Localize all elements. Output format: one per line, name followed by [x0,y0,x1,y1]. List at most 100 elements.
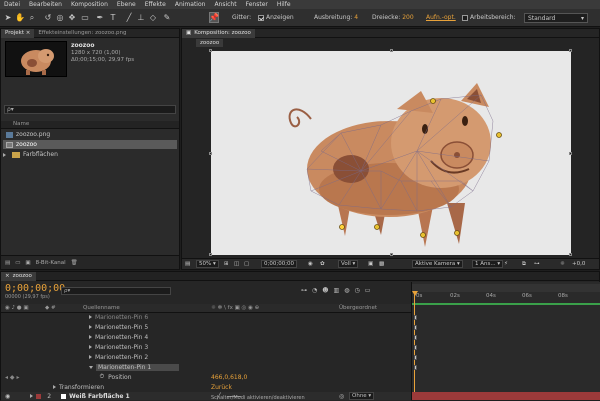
frame-blending-icon[interactable]: ▥ [334,287,340,294]
keyframe-nav-icon[interactable]: ◂ ◆ ▸ [5,374,19,381]
transform-handle[interactable] [390,253,393,256]
tab-timeline-zoozoo[interactable]: × zoozoo [1,271,36,281]
camera-tool-icon[interactable]: ◎ [55,12,65,23]
brush-tool-icon[interactable]: ╱ [124,12,134,23]
expand-arrow-icon[interactable] [89,355,92,359]
arbeitsbereich-checkbox[interactable]: Arbeitsbereich: [462,14,516,21]
table-row[interactable]: Marionetten-Pin 4 [1,333,411,342]
tab-projekt[interactable]: Projekt × [1,28,35,38]
exposure-icon[interactable]: ☼ [560,261,565,267]
mask-tool-icon[interactable]: ▭ [80,12,90,23]
anzeigen-checkbox[interactable]: Anzeigen [258,14,294,21]
resolution-dropdown[interactable]: Voll ▾ [338,260,359,268]
menu-effekte[interactable]: Effekte [145,1,166,8]
timeline-graph[interactable]: 0s 02s 04s 06s 08s [411,282,600,400]
work-area-bar[interactable] [412,303,600,305]
time-navigator[interactable] [412,284,600,292]
expand-arrow-icon[interactable] [89,335,92,339]
always-preview-icon[interactable]: ▤ [185,261,190,267]
comp-viewer[interactable] [211,51,571,255]
keyframe-marker[interactable] [414,355,417,360]
expand-arrow-icon[interactable] [30,394,34,398]
transform-handle[interactable] [209,49,212,52]
keyframe-marker[interactable] [414,325,417,330]
reset-link[interactable]: Zurück [211,384,232,391]
interpret-footage-icon[interactable]: ▤ [5,260,10,266]
transparency-grid-icon[interactable]: ▩ [379,261,384,267]
stopwatch-icon[interactable]: ⏱ [99,373,104,381]
tab-komposition[interactable]: ▣ Komposition: zoozoo [182,28,255,38]
expand-arrow-icon[interactable] [89,345,92,349]
timeline-current-time[interactable]: 0;00;00;00 [5,283,65,294]
position-value[interactable]: 466,0,618,0 [211,374,247,381]
motion-blur-icon[interactable]: ◍ [344,287,349,294]
layer-duration-bar[interactable] [412,392,600,400]
menu-komposition[interactable]: Komposition [71,1,108,8]
eraser-tool-icon[interactable]: ◇ [148,12,158,23]
timeline-toggle-icon[interactable]: ⧉ [522,261,526,268]
table-row[interactable]: Marionetten-Pin 5 [1,323,411,332]
time-ruler[interactable]: 0s 02s 04s 06s 08s [412,293,600,303]
transform-handle[interactable] [390,49,393,52]
new-folder-icon[interactable]: ▭ [15,260,20,266]
flowchart-icon[interactable]: ⊶ [534,261,540,267]
table-row[interactable]: Marionetten-Pin 2 [1,353,411,362]
transform-handle[interactable] [209,152,212,155]
menu-bearbeiten[interactable]: Bearbeiten [29,1,62,8]
zoom-dropdown[interactable]: 50% ▾ [196,260,219,268]
stamp-tool-icon[interactable]: ⊥ [136,12,146,23]
new-comp-icon[interactable]: ▣ [25,260,30,266]
aufnahme-optionen-link[interactable]: Aufn.-opt. [426,14,456,21]
camera-dropdown[interactable]: Aktive Kamera ▾ [412,260,463,268]
label-color-swatch[interactable] [36,393,42,399]
trash-icon[interactable]: 🗑 [71,260,78,266]
visibility-icon[interactable]: ◉ [5,393,10,400]
mask-visibility-icon[interactable]: ◫ [234,261,239,267]
zoom-tool-icon[interactable]: ⌕ [27,12,37,23]
table-row[interactable]: Transformieren Zurück [1,383,411,392]
comp-mini-flowchart-icon[interactable]: ⊶ [301,287,307,294]
current-time-field[interactable]: 0;00;00;00 [261,260,298,268]
selection-tool-icon[interactable]: ➤ [3,12,13,23]
shy-layers-icon[interactable]: ☻ [322,287,328,294]
dreiecke-value[interactable]: 200 [402,14,413,21]
keyframe-marker[interactable] [414,345,417,350]
rotate-tool-icon[interactable]: ↺ [43,12,53,23]
toggle-switches-modes[interactable]: Schalter/Modi aktivieren/deaktivieren [211,395,305,401]
expand-arrow-icon[interactable] [3,152,6,157]
ausbreitung-value[interactable]: 4 [354,14,358,21]
transform-handle[interactable] [209,253,212,256]
collapse-arrow-icon[interactable] [89,365,93,369]
text-tool-icon[interactable]: T [108,12,118,23]
keyframe-marker[interactable] [414,365,417,370]
parent-dropdown[interactable]: Ohne ▾ [349,392,375,400]
expand-arrow-icon[interactable] [89,315,92,319]
fast-preview-icon[interactable]: ⚡ [504,261,508,267]
project-column-name[interactable]: Name [1,121,179,129]
pan-behind-tool-icon[interactable]: ✥ [67,12,77,23]
views-dropdown[interactable]: 1 Ans... ▾ [472,260,504,268]
menu-animation[interactable]: Animation [175,1,206,8]
snapshot-icon[interactable]: ▢ [244,261,249,267]
keyframe-marker[interactable] [414,315,417,320]
show-snapshot-icon[interactable]: ✿ [320,261,325,267]
region-of-interest-icon[interactable]: ▣ [368,261,373,267]
source-name-header[interactable]: Quellenname [83,305,120,311]
safe-zones-icon[interactable]: ⊞ [224,261,229,267]
transform-handle[interactable] [569,49,572,52]
list-item[interactable]: Farbflächen [3,150,177,159]
exposure-value[interactable]: +0,0 [572,261,585,267]
comp-subtab[interactable]: zoozoo [196,39,224,47]
menu-hilfe[interactable]: Hilfe [277,1,291,8]
hand-tool-icon[interactable]: ✋ [15,12,25,23]
pen-tool-icon[interactable]: ✒ [95,12,105,23]
expand-arrow-icon[interactable] [53,385,56,389]
close-icon[interactable]: × [5,273,10,279]
draft-3d-icon[interactable]: ◔ [312,287,317,294]
table-row[interactable]: Marionetten-Pin 6 [1,313,411,322]
keyframe-marker[interactable] [414,335,417,340]
graph-editor-icon[interactable]: ◷ [354,287,359,294]
camera-snapshot-icon[interactable]: ◉ [308,261,313,267]
workspace-dropdown[interactable]: Standard ▾ [524,13,588,23]
menu-ansicht[interactable]: Ansicht [214,1,236,8]
